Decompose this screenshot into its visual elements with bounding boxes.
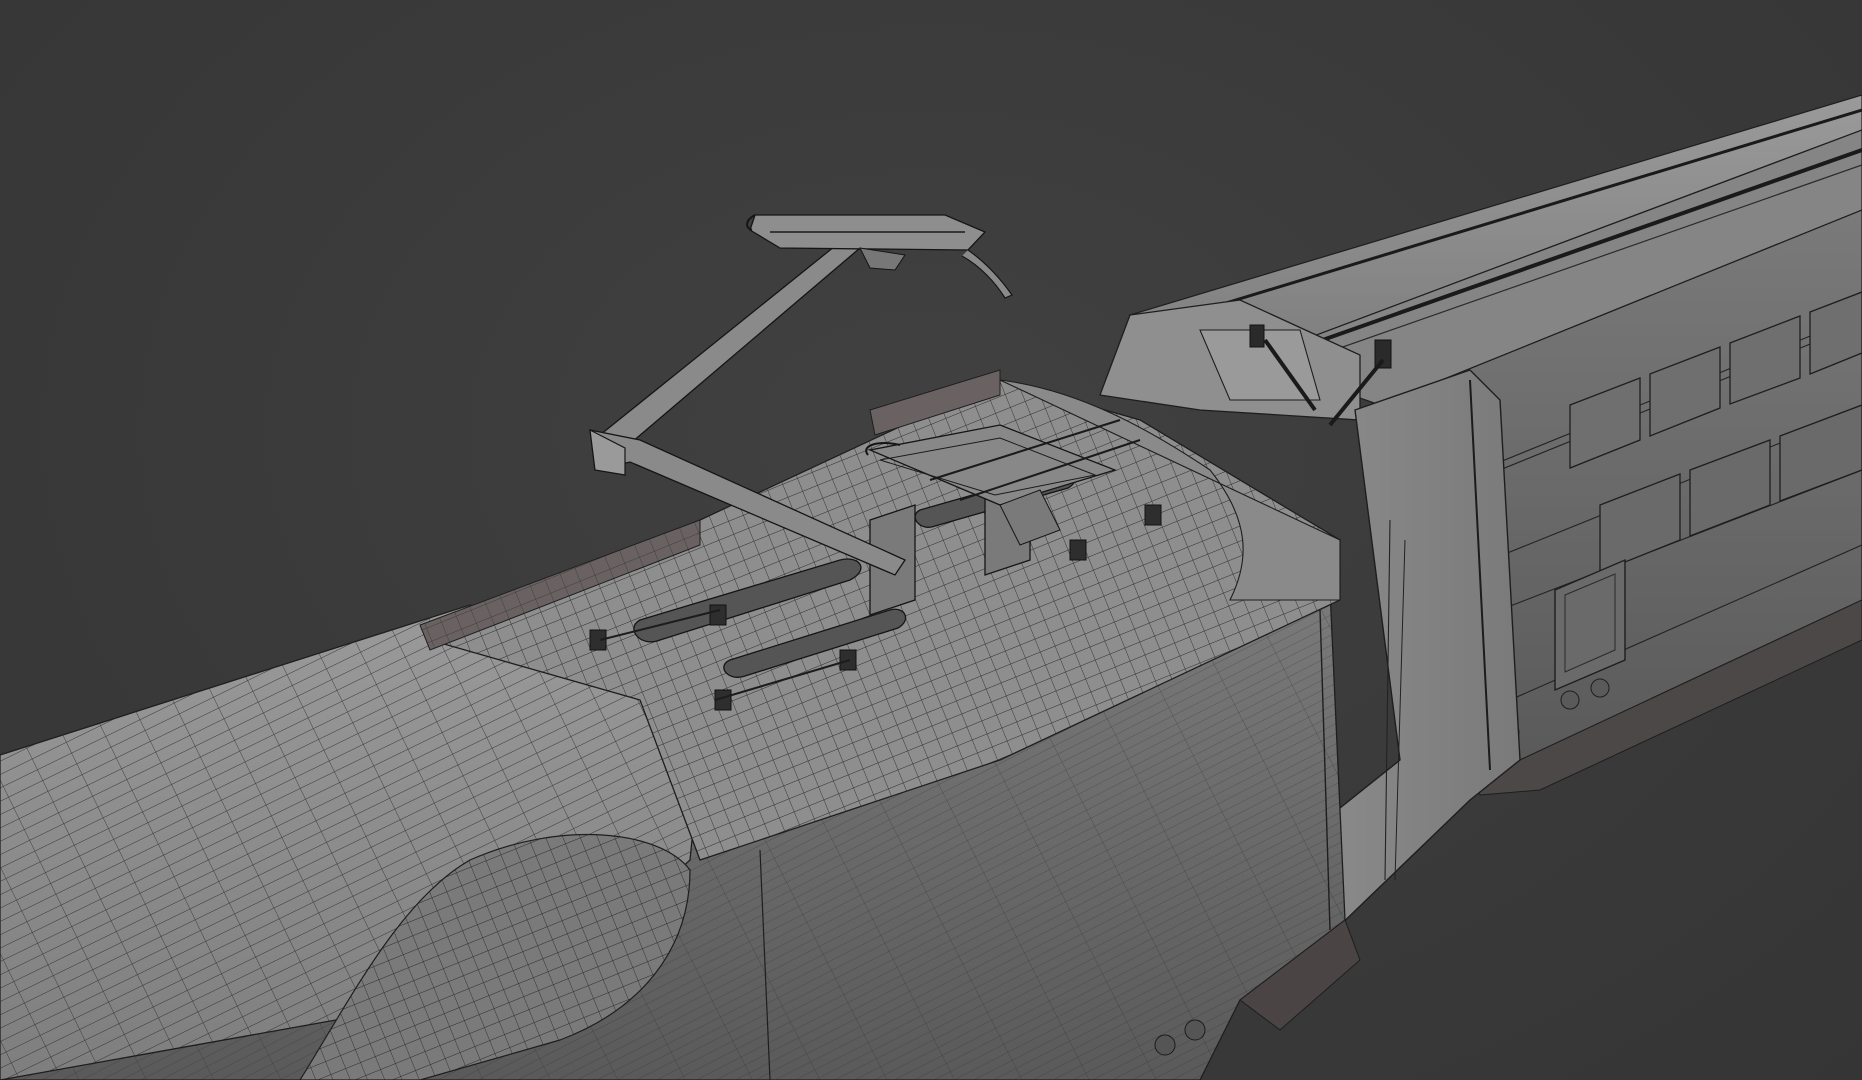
train-model-render [0,94,1862,1080]
3d-viewport[interactable] [0,0,1862,1080]
carriage-end-cap [1324,369,1521,937]
